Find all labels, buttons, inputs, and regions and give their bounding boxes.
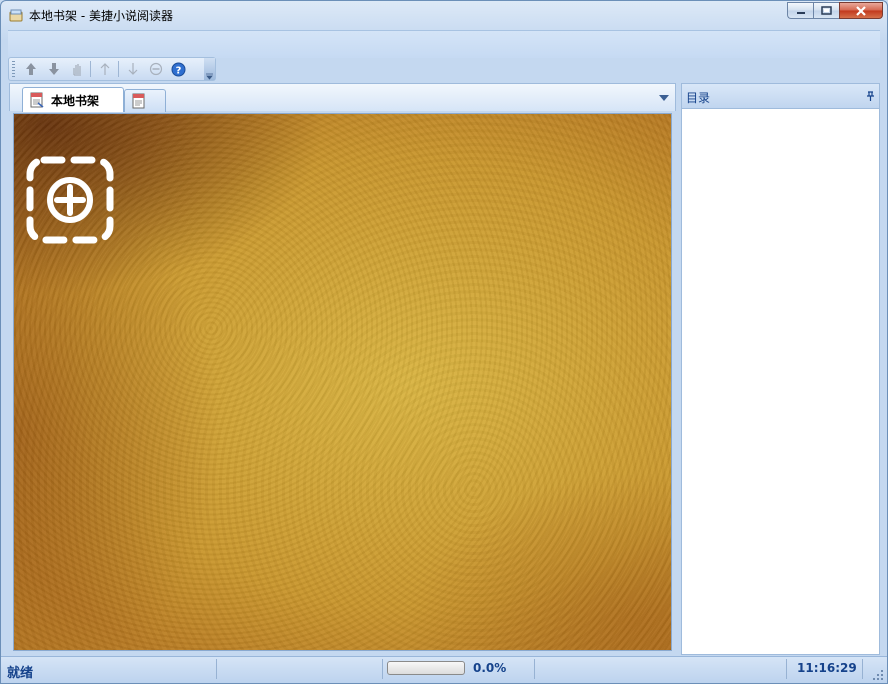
tab-local-bookshelf[interactable]: 本地书架 — [22, 87, 124, 112]
toolbar-overflow-button[interactable] — [204, 58, 215, 80]
toolbar-button-thin-up[interactable] — [93, 59, 116, 79]
close-icon — [856, 5, 866, 16]
toolbar-button-down[interactable] — [42, 59, 65, 79]
toolbar-separator — [118, 61, 119, 77]
app-window: 本地书架 - 美捷小说阅读器 ? 本地书架 目录 就绪 0.0% 11:16:2… — [0, 0, 888, 684]
window-title: 本地书架 - 美捷小说阅读器 — [29, 9, 173, 23]
toolbar-separator — [90, 61, 91, 77]
toolbar-button-minus[interactable] — [144, 59, 167, 79]
toolbar-button-help[interactable]: ? — [167, 59, 190, 79]
toolbar-button-hand[interactable] — [65, 59, 88, 79]
toolbar-button-thin-down[interactable] — [121, 59, 144, 79]
thin-arrow-down-icon — [128, 63, 137, 75]
tab-label: 本地书架 — [51, 93, 100, 108]
thin-arrow-up-icon — [100, 63, 109, 75]
resize-grip-icon[interactable] — [873, 670, 884, 681]
status-cell-message: 就绪 — [1, 659, 217, 681]
arrow-up-icon — [25, 63, 36, 75]
minus-circle-icon — [149, 62, 162, 76]
arrow-down-icon — [48, 63, 59, 75]
add-book-button[interactable] — [24, 154, 116, 246]
status-cell-progress — [383, 659, 535, 679]
doc-icon — [132, 93, 145, 109]
close-button[interactable] — [839, 2, 883, 19]
app-book-icon — [9, 9, 23, 22]
maximize-icon — [821, 6, 832, 15]
tab-document[interactable] — [124, 89, 166, 112]
toc-panel: 目录 — [681, 83, 880, 655]
tab-list-dropdown-icon[interactable] — [659, 95, 669, 101]
doc-icon — [30, 92, 44, 108]
pin-icon[interactable] — [866, 91, 875, 101]
document-panel: 本地书架 — [9, 83, 676, 653]
menu-strip — [8, 30, 880, 58]
status-text: 就绪 — [7, 666, 34, 681]
minimize-button[interactable] — [787, 2, 813, 19]
status-clock: 11:16:29 — [797, 661, 857, 675]
tab-strip: 本地书架 — [9, 83, 676, 112]
toolbar: ? — [8, 57, 216, 81]
status-cell-empty — [217, 659, 383, 679]
svg-text:?: ? — [176, 65, 182, 76]
status-cell-spacer — [535, 659, 787, 679]
maximize-button[interactable] — [813, 2, 839, 19]
caption-buttons — [787, 2, 883, 19]
toc-header: 目录 — [681, 83, 880, 109]
toolbar-button-up[interactable] — [19, 59, 42, 79]
title-bar[interactable]: 本地书架 - 美捷小说阅读器 — [1, 1, 887, 29]
help-icon: ? — [171, 62, 186, 76]
toolbar-grip[interactable] — [12, 61, 15, 77]
hand-icon — [72, 64, 81, 76]
toc-list[interactable] — [681, 109, 880, 655]
chevron-down-icon — [206, 73, 213, 80]
bookshelf-canvas[interactable] — [13, 113, 672, 651]
toc-title: 目录 — [686, 91, 711, 105]
status-bar: 就绪 0.0% 11:16:29 — [1, 656, 887, 683]
minimize-icon — [796, 11, 805, 14]
